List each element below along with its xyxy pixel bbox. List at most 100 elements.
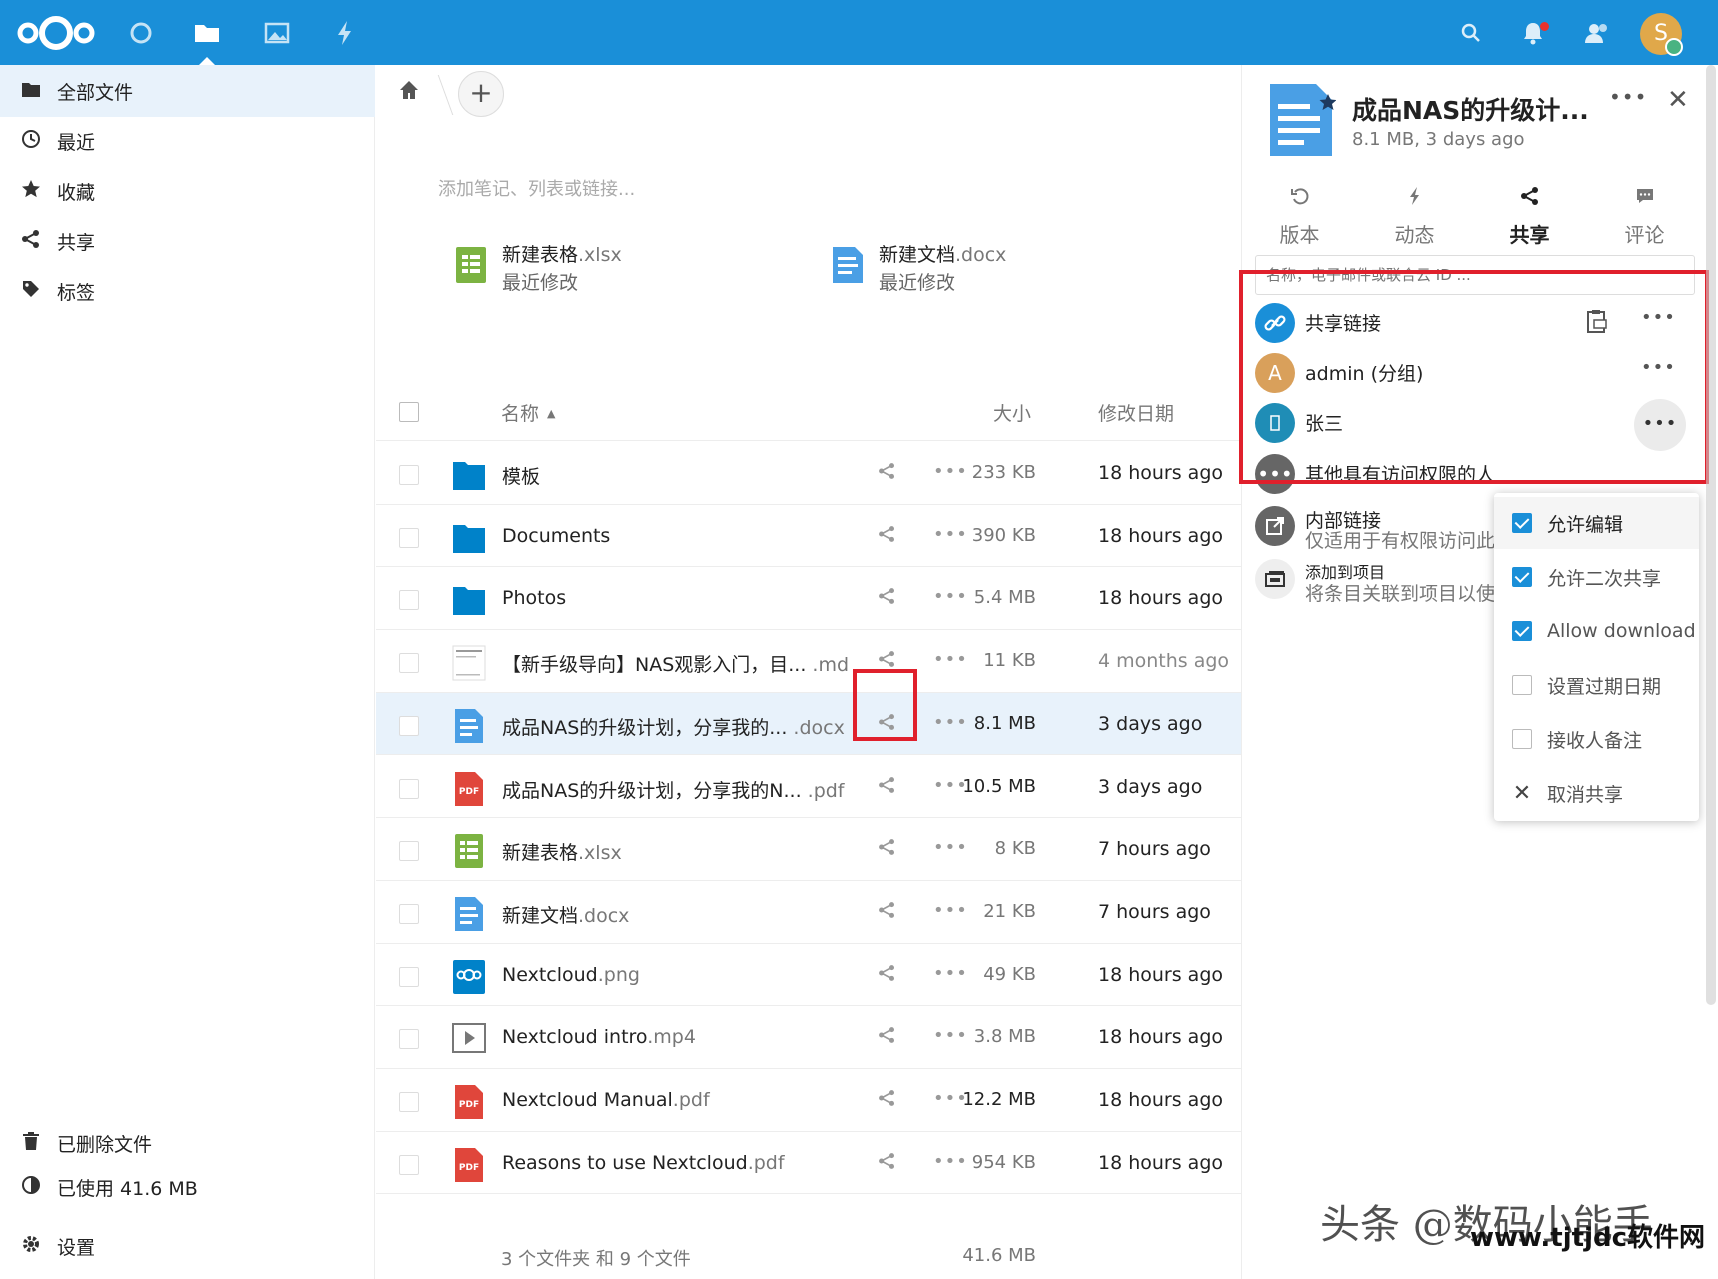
file-row[interactable]: Photos ••• 5.4 MB 18 hours ago	[376, 567, 1241, 631]
file-name[interactable]: 新建表格.xlsx	[502, 838, 622, 865]
file-checkbox[interactable]	[399, 653, 419, 674]
file-size: 8.1 MB	[973, 712, 1036, 734]
nav-item-recent[interactable]: 最近	[0, 115, 375, 167]
sidebar-more-icon[interactable]: •••	[1609, 85, 1647, 109]
share-icon[interactable]	[874, 525, 900, 551]
share-icon	[1472, 185, 1587, 213]
file-size: 954 KB	[971, 1151, 1036, 1173]
share-icon[interactable]	[874, 964, 900, 990]
file-row[interactable]: Nextcloud.png ••• 49 KB 18 hours ago	[376, 944, 1241, 1007]
file-checkbox[interactable]	[399, 465, 419, 485]
share-icon[interactable]	[874, 462, 900, 488]
share-icon[interactable]	[874, 838, 900, 864]
nextcloud-logo[interactable]	[16, 14, 96, 52]
file-row[interactable]: Nextcloud intro.mp4 ••• 3.8 MB 18 hours ago	[376, 1006, 1241, 1069]
search-icon[interactable]	[1456, 18, 1486, 48]
column-date-header[interactable]: 修改日期	[1098, 399, 1174, 426]
photos-icon[interactable]	[262, 18, 292, 48]
share-icon[interactable]	[874, 587, 900, 613]
close-icon: ✕	[1512, 780, 1532, 806]
file-checkbox[interactable]	[399, 590, 419, 611]
file-row[interactable]: PDF Nextcloud Manual.pdf ••• 12.2 MB 18 hour…	[376, 1069, 1241, 1132]
file-name[interactable]: Documents	[502, 525, 610, 547]
nav-item-favorites[interactable]: 收藏	[0, 165, 375, 217]
file-name[interactable]: Photos	[502, 587, 566, 609]
menu-item-unshare[interactable]: ✕ 取消共享	[1494, 767, 1699, 819]
document-icon	[833, 247, 863, 283]
nav-item-label: 最近	[57, 131, 96, 154]
share-icon[interactable]	[874, 776, 900, 802]
file-row[interactable]: 新建表格.xlsx ••• 8 KB 7 hours ago	[376, 818, 1241, 881]
recent-file-card[interactable]: 新建文档.docx 最近修改	[831, 241, 1006, 297]
file-checkbox[interactable]	[399, 778, 419, 799]
menu-item-allow-download[interactable]: Allow download	[1494, 605, 1699, 657]
nav-item-label: 全部文件	[57, 81, 134, 104]
nav-item-label: 标签	[57, 281, 96, 304]
file-name[interactable]: 成品NAS的升级计划，分享我的... .docx	[502, 713, 845, 740]
nav-item-all-files[interactable]: 全部文件	[0, 65, 375, 117]
file-row[interactable]: 成品NAS的升级计划，分享我的... .docx ••• 8.1 MB 3 days …	[376, 692, 1241, 756]
menu-item-allow-reshare[interactable]: 允许二次共享	[1494, 551, 1699, 603]
column-name-header[interactable]: 名称 ▲	[501, 399, 555, 426]
file-checkbox[interactable]	[399, 1154, 419, 1175]
file-row[interactable]: PDF Reasons to use Nextcloud.pdf ••• 954 KB…	[376, 1132, 1241, 1195]
spreadsheet-icon	[455, 834, 483, 869]
checkbox[interactable]	[1512, 729, 1532, 749]
add-button[interactable]: +	[458, 71, 504, 117]
folder-icon	[453, 587, 485, 616]
share-icon[interactable]	[874, 901, 900, 927]
project-icon	[1255, 559, 1295, 599]
file-checkbox[interactable]	[399, 527, 419, 548]
file-name[interactable]: Nextcloud.png	[502, 964, 640, 986]
contacts-icon[interactable]	[1582, 18, 1612, 48]
notes-placeholder[interactable]: 添加笔记、列表或链接...	[438, 175, 635, 201]
file-row[interactable]: 模板 ••• 233 KB 18 hours ago	[376, 442, 1241, 505]
checkbox[interactable]	[1512, 567, 1532, 587]
file-name[interactable]: Nextcloud intro.mp4	[502, 1026, 696, 1048]
menu-item-allow-edit[interactable]: 允许编辑	[1494, 497, 1699, 549]
file-name[interactable]: 新建文档.docx	[502, 901, 629, 928]
share-icon[interactable]	[874, 1152, 900, 1178]
checkbox[interactable]	[1512, 513, 1532, 533]
file-name[interactable]: Nextcloud Manual.pdf	[502, 1089, 710, 1111]
file-name[interactable]: 成品NAS的升级计划，分享我的N... .pdf	[502, 776, 845, 803]
menu-item-set-expiration[interactable]: 设置过期日期	[1494, 659, 1699, 711]
file-modified-date: 18 hours ago	[1098, 1151, 1224, 1174]
file-checkbox[interactable]	[399, 1029, 419, 1050]
tab-comments[interactable]: 评论	[1587, 185, 1702, 265]
file-name[interactable]: 模板	[502, 462, 540, 489]
nav-item-shares[interactable]: 共享	[0, 215, 375, 267]
activity-icon[interactable]	[330, 18, 360, 48]
file-row[interactable]: 【新手级导向】NAS观影入门，目... .md ••• 11 KB 4 months …	[376, 630, 1241, 693]
close-icon[interactable]: ✕	[1667, 85, 1689, 115]
file-name[interactable]: 【新手级导向】NAS观影入门，目... .md	[502, 650, 849, 677]
home-breadcrumb[interactable]	[394, 79, 424, 109]
file-checkbox[interactable]	[399, 1092, 419, 1112]
file-checkbox[interactable]	[399, 715, 419, 736]
file-name[interactable]: Reasons to use Nextcloud.pdf	[502, 1152, 785, 1174]
tab-versions[interactable]: 版本	[1242, 185, 1357, 265]
column-size-header[interactable]: 大小	[993, 399, 1031, 426]
select-all-checkbox[interactable]	[399, 402, 419, 422]
share-icon[interactable]	[874, 1089, 900, 1115]
file-checkbox[interactable]	[399, 903, 419, 924]
nav-item-settings[interactable]: 设置	[0, 1220, 375, 1272]
recent-file-card[interactable]: 新建表格.xlsx 最近修改	[454, 241, 622, 297]
checkbox[interactable]	[1512, 621, 1532, 641]
file-checkbox[interactable]	[399, 841, 419, 862]
pdf-icon: PDF	[455, 1085, 483, 1119]
menu-item-recipient-note[interactable]: 接收人备注	[1494, 713, 1699, 765]
file-row[interactable]: 新建文档.docx ••• 21 KB 7 hours ago	[376, 881, 1241, 944]
tab-activity[interactable]: 动态	[1357, 185, 1472, 265]
scrollbar[interactable]	[1706, 65, 1716, 1005]
files-icon[interactable]	[192, 18, 222, 48]
dashboard-icon[interactable]	[126, 18, 156, 48]
file-size: 10.5 MB	[962, 775, 1036, 797]
file-checkbox[interactable]	[399, 966, 419, 987]
share-icon[interactable]	[874, 1026, 900, 1052]
file-row[interactable]: PDF 成品NAS的升级计划，分享我的N... .pdf ••• 10.5 MB 3 d…	[376, 756, 1241, 819]
checkbox[interactable]	[1512, 675, 1532, 695]
file-row[interactable]: Documents ••• 390 KB 18 hours ago	[376, 505, 1241, 568]
tab-sharing[interactable]: 共享	[1472, 185, 1587, 260]
nav-item-tags[interactable]: 标签	[0, 265, 375, 317]
